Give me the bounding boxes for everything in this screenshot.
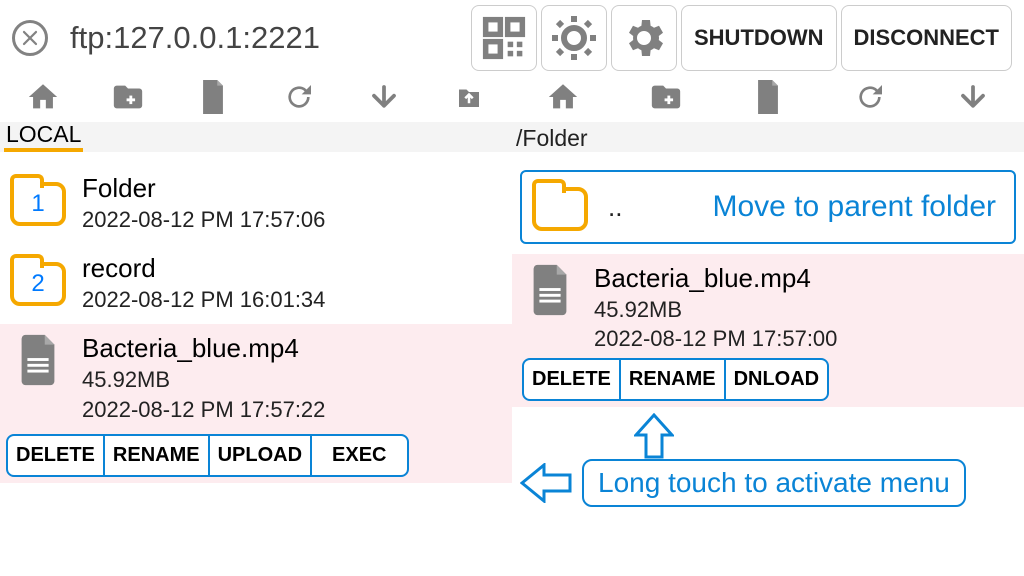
- local-sort-icon[interactable]: [365, 78, 403, 116]
- file-icon: [528, 263, 572, 317]
- settings-button[interactable]: [611, 5, 677, 71]
- item-name: Bacteria_blue.mp4: [82, 332, 502, 365]
- local-path-label[interactable]: LOCAL: [4, 121, 83, 152]
- folder-icon: [532, 187, 588, 231]
- local-upfolder-icon[interactable]: [450, 78, 488, 116]
- remote-sort-icon[interactable]: [954, 78, 992, 116]
- parent-dots: ..: [608, 192, 622, 223]
- local-refresh-icon[interactable]: [280, 78, 318, 116]
- folder-icon: 1: [10, 182, 66, 226]
- local-home-icon[interactable]: [24, 78, 62, 116]
- hint-arrow-up-icon: [634, 413, 674, 459]
- list-item[interactable]: 2 record 2022-08-12 PM 16:01:34: [0, 244, 512, 324]
- local-newfile-icon[interactable]: [194, 78, 232, 116]
- upload-button[interactable]: UPLOAD: [208, 434, 312, 477]
- item-date: 2022-08-12 PM 17:57:00: [594, 324, 1014, 354]
- close-icon[interactable]: [12, 20, 48, 56]
- parent-label: Move to parent folder: [713, 190, 997, 224]
- remote-newfolder-icon[interactable]: [647, 78, 685, 116]
- list-item[interactable]: Bacteria_blue.mp4 45.92MB 2022-08-12 PM …: [512, 254, 1024, 358]
- remote-path-label[interactable]: /Folder: [516, 125, 588, 152]
- remote-newfile-icon[interactable]: [749, 78, 787, 116]
- list-item[interactable]: 1 Folder 2022-08-12 PM 17:57:06: [0, 164, 512, 244]
- item-name: Folder: [82, 172, 502, 205]
- shutdown-button[interactable]: SHUTDOWN: [681, 5, 837, 71]
- remote-refresh-icon[interactable]: [851, 78, 889, 116]
- item-name: record: [82, 252, 502, 285]
- delete-button[interactable]: DELETE: [6, 434, 105, 477]
- delete-button[interactable]: DELETE: [522, 358, 621, 401]
- qr-button[interactable]: [471, 5, 537, 71]
- hint-bubble: Long touch to activate menu: [582, 459, 966, 507]
- parent-folder-row[interactable]: .. Move to parent folder: [520, 170, 1016, 244]
- item-size: 45.92MB: [82, 365, 502, 395]
- hint-arrow-left-icon: [520, 463, 572, 503]
- exec-button[interactable]: EXEC: [310, 434, 408, 477]
- list-item[interactable]: Bacteria_blue.mp4 45.92MB 2022-08-12 PM …: [0, 324, 512, 434]
- item-name: Bacteria_blue.mp4: [594, 262, 1014, 295]
- local-newfolder-icon[interactable]: [109, 78, 147, 116]
- address-bar: ftp:127.0.0.1:2221: [70, 20, 320, 56]
- remote-home-icon[interactable]: [544, 78, 582, 116]
- brightness-button[interactable]: [541, 5, 607, 71]
- folder-icon: 2: [10, 262, 66, 306]
- item-date: 2022-08-12 PM 17:57:22: [82, 395, 502, 425]
- item-size: 45.92MB: [594, 295, 1014, 325]
- file-icon: [16, 333, 60, 387]
- rename-button[interactable]: RENAME: [619, 358, 726, 401]
- dnload-button[interactable]: DNLOAD: [724, 358, 830, 401]
- rename-button[interactable]: RENAME: [103, 434, 210, 477]
- disconnect-button[interactable]: DISCONNECT: [841, 5, 1012, 71]
- item-date: 2022-08-12 PM 16:01:34: [82, 285, 502, 315]
- item-date: 2022-08-12 PM 17:57:06: [82, 205, 502, 235]
